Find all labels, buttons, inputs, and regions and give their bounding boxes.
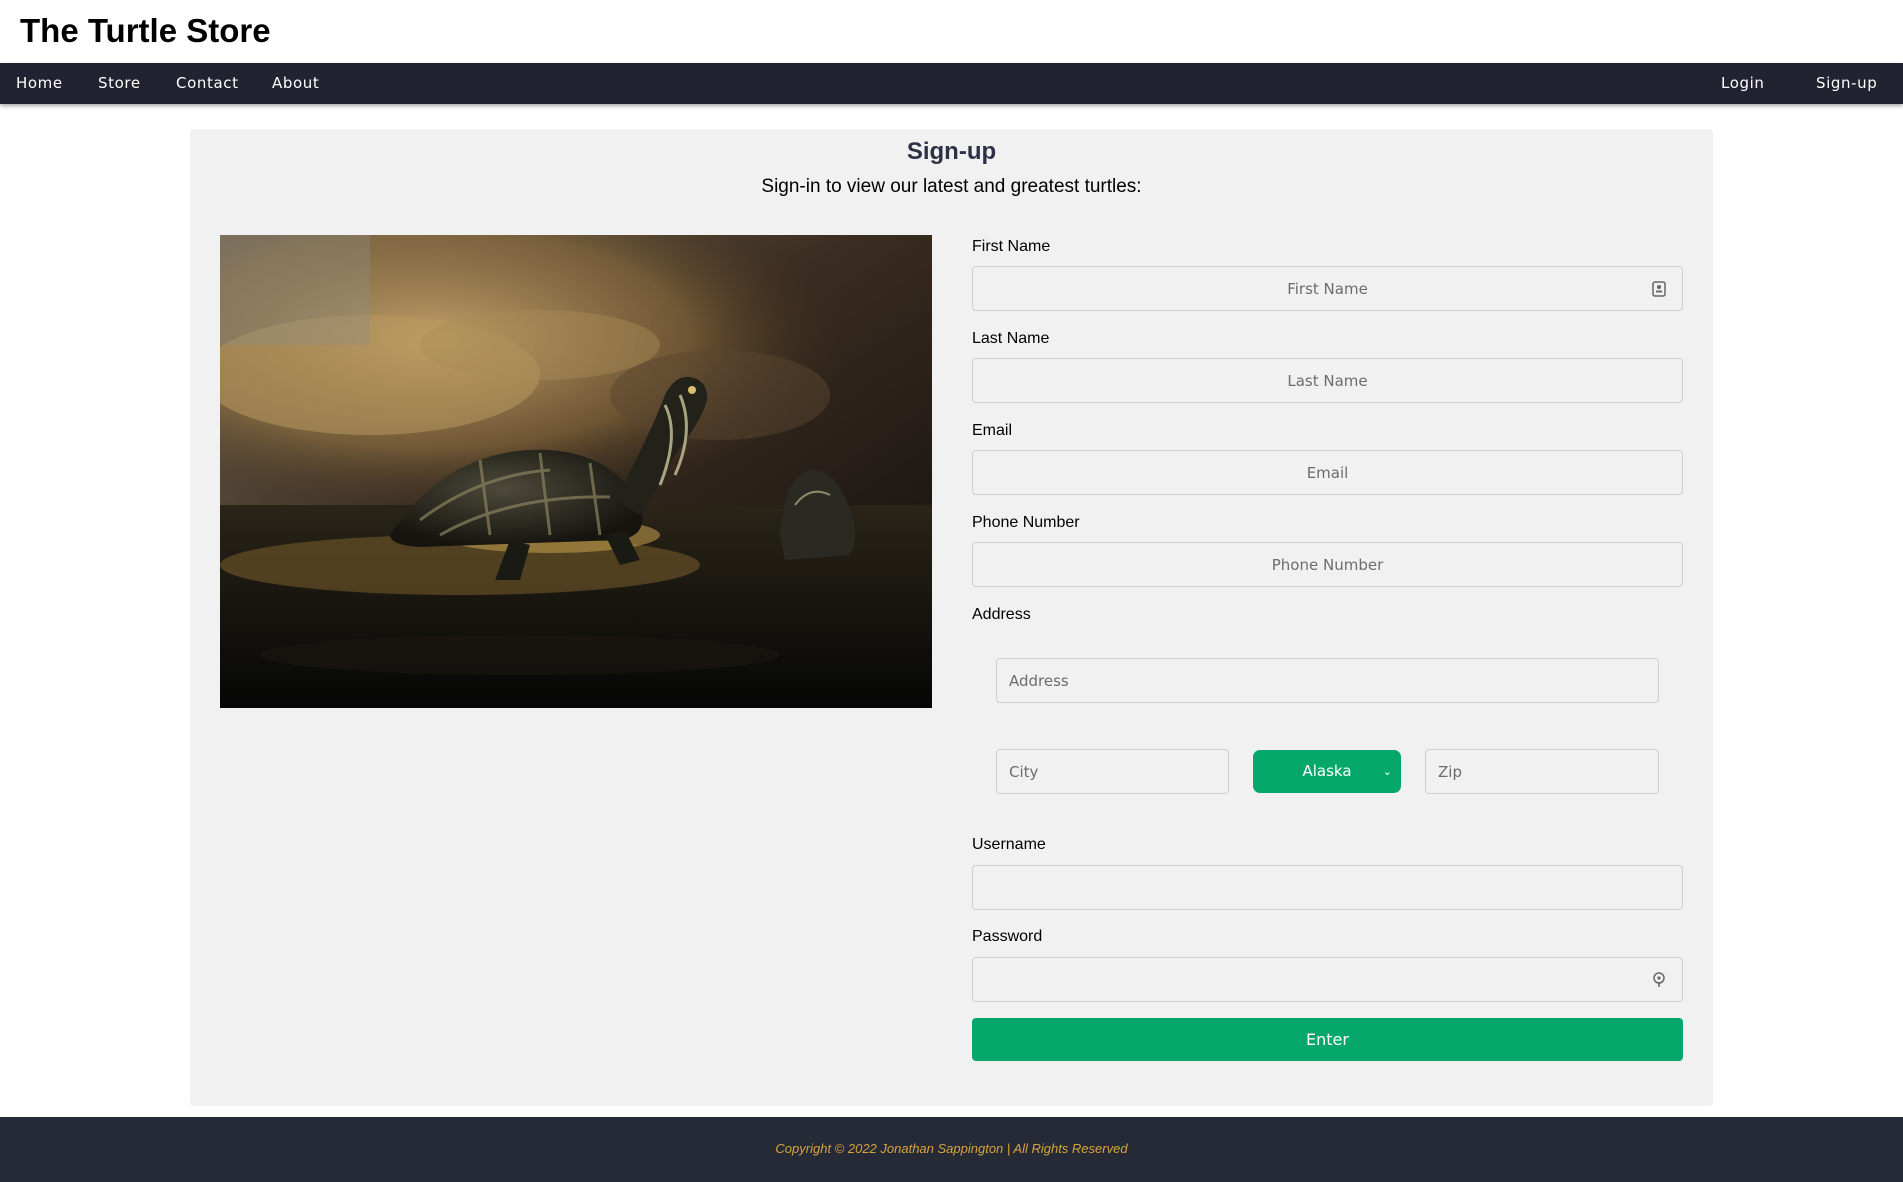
state-select-value: Alaska	[1302, 762, 1352, 780]
email-label: Email	[972, 422, 1013, 439]
site-title: The Turtle Store	[20, 12, 271, 49]
first-name-label: First Name	[972, 238, 1051, 255]
nav-store[interactable]: Store	[98, 63, 141, 104]
zip-input[interactable]	[1425, 749, 1659, 794]
phone-label: Phone Number	[972, 514, 1080, 531]
main-navbar: Home Store Contact About Login Sign-up	[0, 63, 1903, 104]
chevron-down-icon: ⌄	[1382, 765, 1392, 778]
state-select[interactable]: Alaska ⌄	[1253, 750, 1401, 793]
phone-input[interactable]	[972, 542, 1683, 587]
password-label: Password	[972, 928, 1043, 945]
nav-about[interactable]: About	[272, 63, 319, 104]
email-input[interactable]	[972, 450, 1683, 495]
address-input[interactable]	[996, 658, 1659, 703]
nav-contact[interactable]: Contact	[176, 63, 239, 104]
signup-title: Sign-up	[906, 138, 997, 165]
last-name-label: Last Name	[972, 330, 1050, 347]
password-input[interactable]	[972, 957, 1683, 1002]
site-header: The Turtle Store	[0, 0, 1903, 63]
nav-login[interactable]: Login	[1721, 63, 1764, 104]
city-input[interactable]	[996, 749, 1229, 794]
address-label: Address	[972, 606, 1031, 623]
site-footer: Copyright © 2022 Jonathan Sappington | A…	[0, 1117, 1903, 1182]
copyright-text: Copyright © 2022 Jonathan Sappington | A…	[775, 1141, 1128, 1156]
username-label: Username	[972, 836, 1046, 853]
nav-signup[interactable]: Sign-up	[1816, 63, 1877, 104]
nav-home[interactable]: Home	[16, 63, 63, 104]
username-input[interactable]	[972, 865, 1683, 910]
enter-button[interactable]: Enter	[972, 1018, 1683, 1061]
turtle-photo	[220, 235, 932, 708]
last-name-input[interactable]	[972, 358, 1683, 403]
signup-subtitle: Sign-in to view our latest and greatest …	[761, 176, 1142, 197]
first-name-input[interactable]	[972, 266, 1683, 311]
